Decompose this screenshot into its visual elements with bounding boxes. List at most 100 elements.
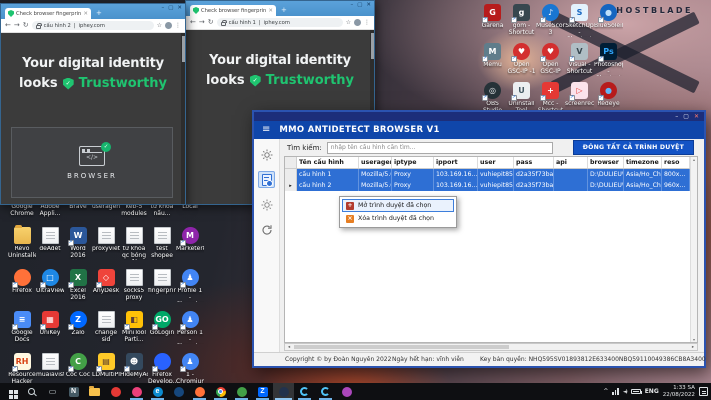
desktop-icon[interactable]: Revo Uninstaller <box>8 225 36 269</box>
tray-expand-chevron[interactable]: ^ <box>603 388 608 395</box>
taskbar-button[interactable] <box>21 383 42 400</box>
taskbar-button[interactable]: N <box>63 383 84 400</box>
minimize-button[interactable]: – <box>675 113 678 120</box>
desktop-icon[interactable]: G Garena <box>478 4 507 43</box>
desktop-icon[interactable]: ◇ AnyDesk <box>92 269 120 311</box>
desktop-icon[interactable]: proxyvietpn <box>92 227 120 269</box>
taskbar-button[interactable] <box>0 383 21 400</box>
scroll-right-arrow[interactable]: ▸ <box>689 345 697 350</box>
profile-avatar[interactable] <box>354 19 361 26</box>
sidebar-refresh-button[interactable] <box>258 221 275 238</box>
scroll-up-arrow[interactable]: ▴ <box>693 157 695 162</box>
bookmark-star-icon[interactable]: ☆ <box>346 19 351 26</box>
forward-button[interactable]: → <box>14 22 20 29</box>
column-header[interactable]: iptype <box>392 157 434 168</box>
column-header[interactable]: Tên cấu hình <box>297 157 359 168</box>
desktop-icon[interactable]: ♟ Profile 1 - Chromium <box>176 269 204 311</box>
desktop-icon[interactable]: ♪ MuseScore 3 <box>536 4 565 43</box>
desktop-icon[interactable]: change sid <box>92 311 120 353</box>
desktop-icon[interactable]: M Memu <box>478 43 507 82</box>
vertical-scrollbar[interactable]: ▴ ▾ <box>690 157 697 342</box>
taskbar-button[interactable] <box>294 383 315 400</box>
desktop-icon[interactable]: GO GoLogin <box>148 311 176 353</box>
taskbar-button[interactable] <box>336 383 357 400</box>
horizontal-scrollbar[interactable]: ◂ ▸ <box>284 343 698 351</box>
taskbar-button[interactable] <box>189 383 210 400</box>
desktop-icon[interactable]: deAdet <box>36 227 64 269</box>
taskbar-button[interactable] <box>210 383 231 400</box>
browser-tab[interactable]: Check browser fingerprints ✕ <box>190 5 276 16</box>
taskbar-button[interactable]: ▭ <box>42 383 63 400</box>
desktop-icon[interactable]: ◧ MiniTool Parti... <box>120 311 148 353</box>
column-header[interactable]: timezone <box>624 157 662 168</box>
desktop-icon[interactable]: M Marketer8... <box>176 227 204 269</box>
taskbar-button[interactable] <box>105 383 126 400</box>
desktop-icon[interactable]: X Excel 2016 <box>64 269 92 311</box>
desktop-icon[interactable]: từ khóa qc bóng đá <box>120 227 148 269</box>
scrollbar-thumb[interactable] <box>294 345 509 349</box>
window-controls[interactable]: – ▢ ✕ <box>350 2 371 8</box>
action-center-icon[interactable] <box>699 387 708 396</box>
desktop-icon[interactable]: ♥ Open GSC-IP -1 <box>507 43 536 82</box>
desktop-icon[interactable]: ▦ UniKey <box>36 311 64 353</box>
language-indicator[interactable]: ENG <box>645 388 659 395</box>
hamburger-menu-icon[interactable]: ≡ <box>262 125 270 135</box>
address-bar[interactable]: cấu hình 2 | iphey.com <box>31 21 154 30</box>
context-menu-item[interactable]: × Xóa trình duyệt đã chọn <box>342 212 454 225</box>
taskbar-button[interactable] <box>168 383 189 400</box>
desktop-icon[interactable]: test shopee <box>148 227 176 269</box>
column-header[interactable]: user <box>478 157 514 168</box>
desktop-icon[interactable]: ♟ Person 1 - Chromium <box>176 311 204 353</box>
desktop-icon[interactable]: W Word 2016 <box>64 227 92 269</box>
taskbar-button[interactable]: e <box>147 383 168 400</box>
taskbar-button[interactable] <box>231 383 252 400</box>
context-menu-item[interactable]: + Mở trình duyệt đã chọn <box>342 199 454 212</box>
new-tab-button[interactable]: + <box>281 4 287 16</box>
taskbar-button[interactable] <box>273 383 294 400</box>
close-button[interactable]: ✕ <box>366 2 371 8</box>
desktop-icon[interactable]: Z Zalo <box>64 311 92 353</box>
desktop-icon[interactable]: ♥ Open GSC-IP <box>536 43 565 82</box>
column-header[interactable]: ipport <box>434 157 478 168</box>
network-signal-icon[interactable] <box>612 388 619 395</box>
desktop-icon[interactable]: fingerprint <box>148 269 176 311</box>
desktop-icon[interactable]: socks5 proxy <box>120 269 148 311</box>
taskbar-button[interactable] <box>84 383 105 400</box>
taskbar-button[interactable]: Z <box>252 383 273 400</box>
bookmark-star-icon[interactable]: ☆ <box>157 22 162 29</box>
table-row[interactable]: ▸ cấu hình 2 Mozilla/5.0 (... Proxy 103.… <box>285 180 690 191</box>
close-button[interactable]: ✕ <box>177 5 182 11</box>
reload-button[interactable]: ↻ <box>208 19 214 26</box>
close-all-browsers-button[interactable]: ĐÓNG TẤT CẢ TRÌNH DUYỆT <box>572 140 694 155</box>
taskbar-button[interactable] <box>315 383 336 400</box>
desktop-icon[interactable]: S SketchUp - Shortcut <box>565 4 594 43</box>
desktop-icon[interactable]: V Visual - Shortcut <box>565 43 594 82</box>
column-header[interactable]: reso <box>662 157 690 168</box>
desktop-icon[interactable]: Firefox <box>8 269 36 311</box>
maximize-button[interactable]: ▢ <box>683 113 689 120</box>
forward-button[interactable]: → <box>199 19 205 26</box>
back-button[interactable]: ← <box>190 19 196 26</box>
minimize-button[interactable]: – <box>350 2 353 8</box>
sidebar-profiles-button[interactable] <box>258 171 275 188</box>
back-button[interactable]: ← <box>5 22 11 29</box>
scroll-down-arrow[interactable]: ▾ <box>693 337 695 342</box>
reload-button[interactable]: ↻ <box>23 22 29 29</box>
maximize-button[interactable]: ▢ <box>357 2 362 8</box>
taskbar-button[interactable] <box>126 383 147 400</box>
clock[interactable]: 1:33 SA 22/08/2022 <box>663 385 695 399</box>
battery-icon[interactable] <box>630 389 642 394</box>
new-tab-button[interactable]: + <box>96 7 102 19</box>
column-header[interactable]: api <box>554 157 588 168</box>
minimize-button[interactable]: – <box>161 5 164 11</box>
window-controls[interactable]: – ▢ ✕ <box>161 5 182 11</box>
profile-avatar[interactable] <box>165 22 172 29</box>
search-input[interactable] <box>326 141 553 154</box>
sidebar-config-button[interactable] <box>258 196 275 213</box>
close-button[interactable]: ✕ <box>694 113 699 120</box>
desktop-icon[interactable]: ≡ Google Docs <box>8 311 36 353</box>
desktop-icon[interactable]: Ps Photoshop - Shortcut <box>594 43 623 82</box>
sidebar-settings-button[interactable] <box>258 146 275 163</box>
table-row[interactable]: cấu hình 1 Mozilla/5.0 (... Proxy 103.16… <box>285 169 690 180</box>
desktop-icon[interactable]: ● BlueSoleil <box>594 4 623 43</box>
